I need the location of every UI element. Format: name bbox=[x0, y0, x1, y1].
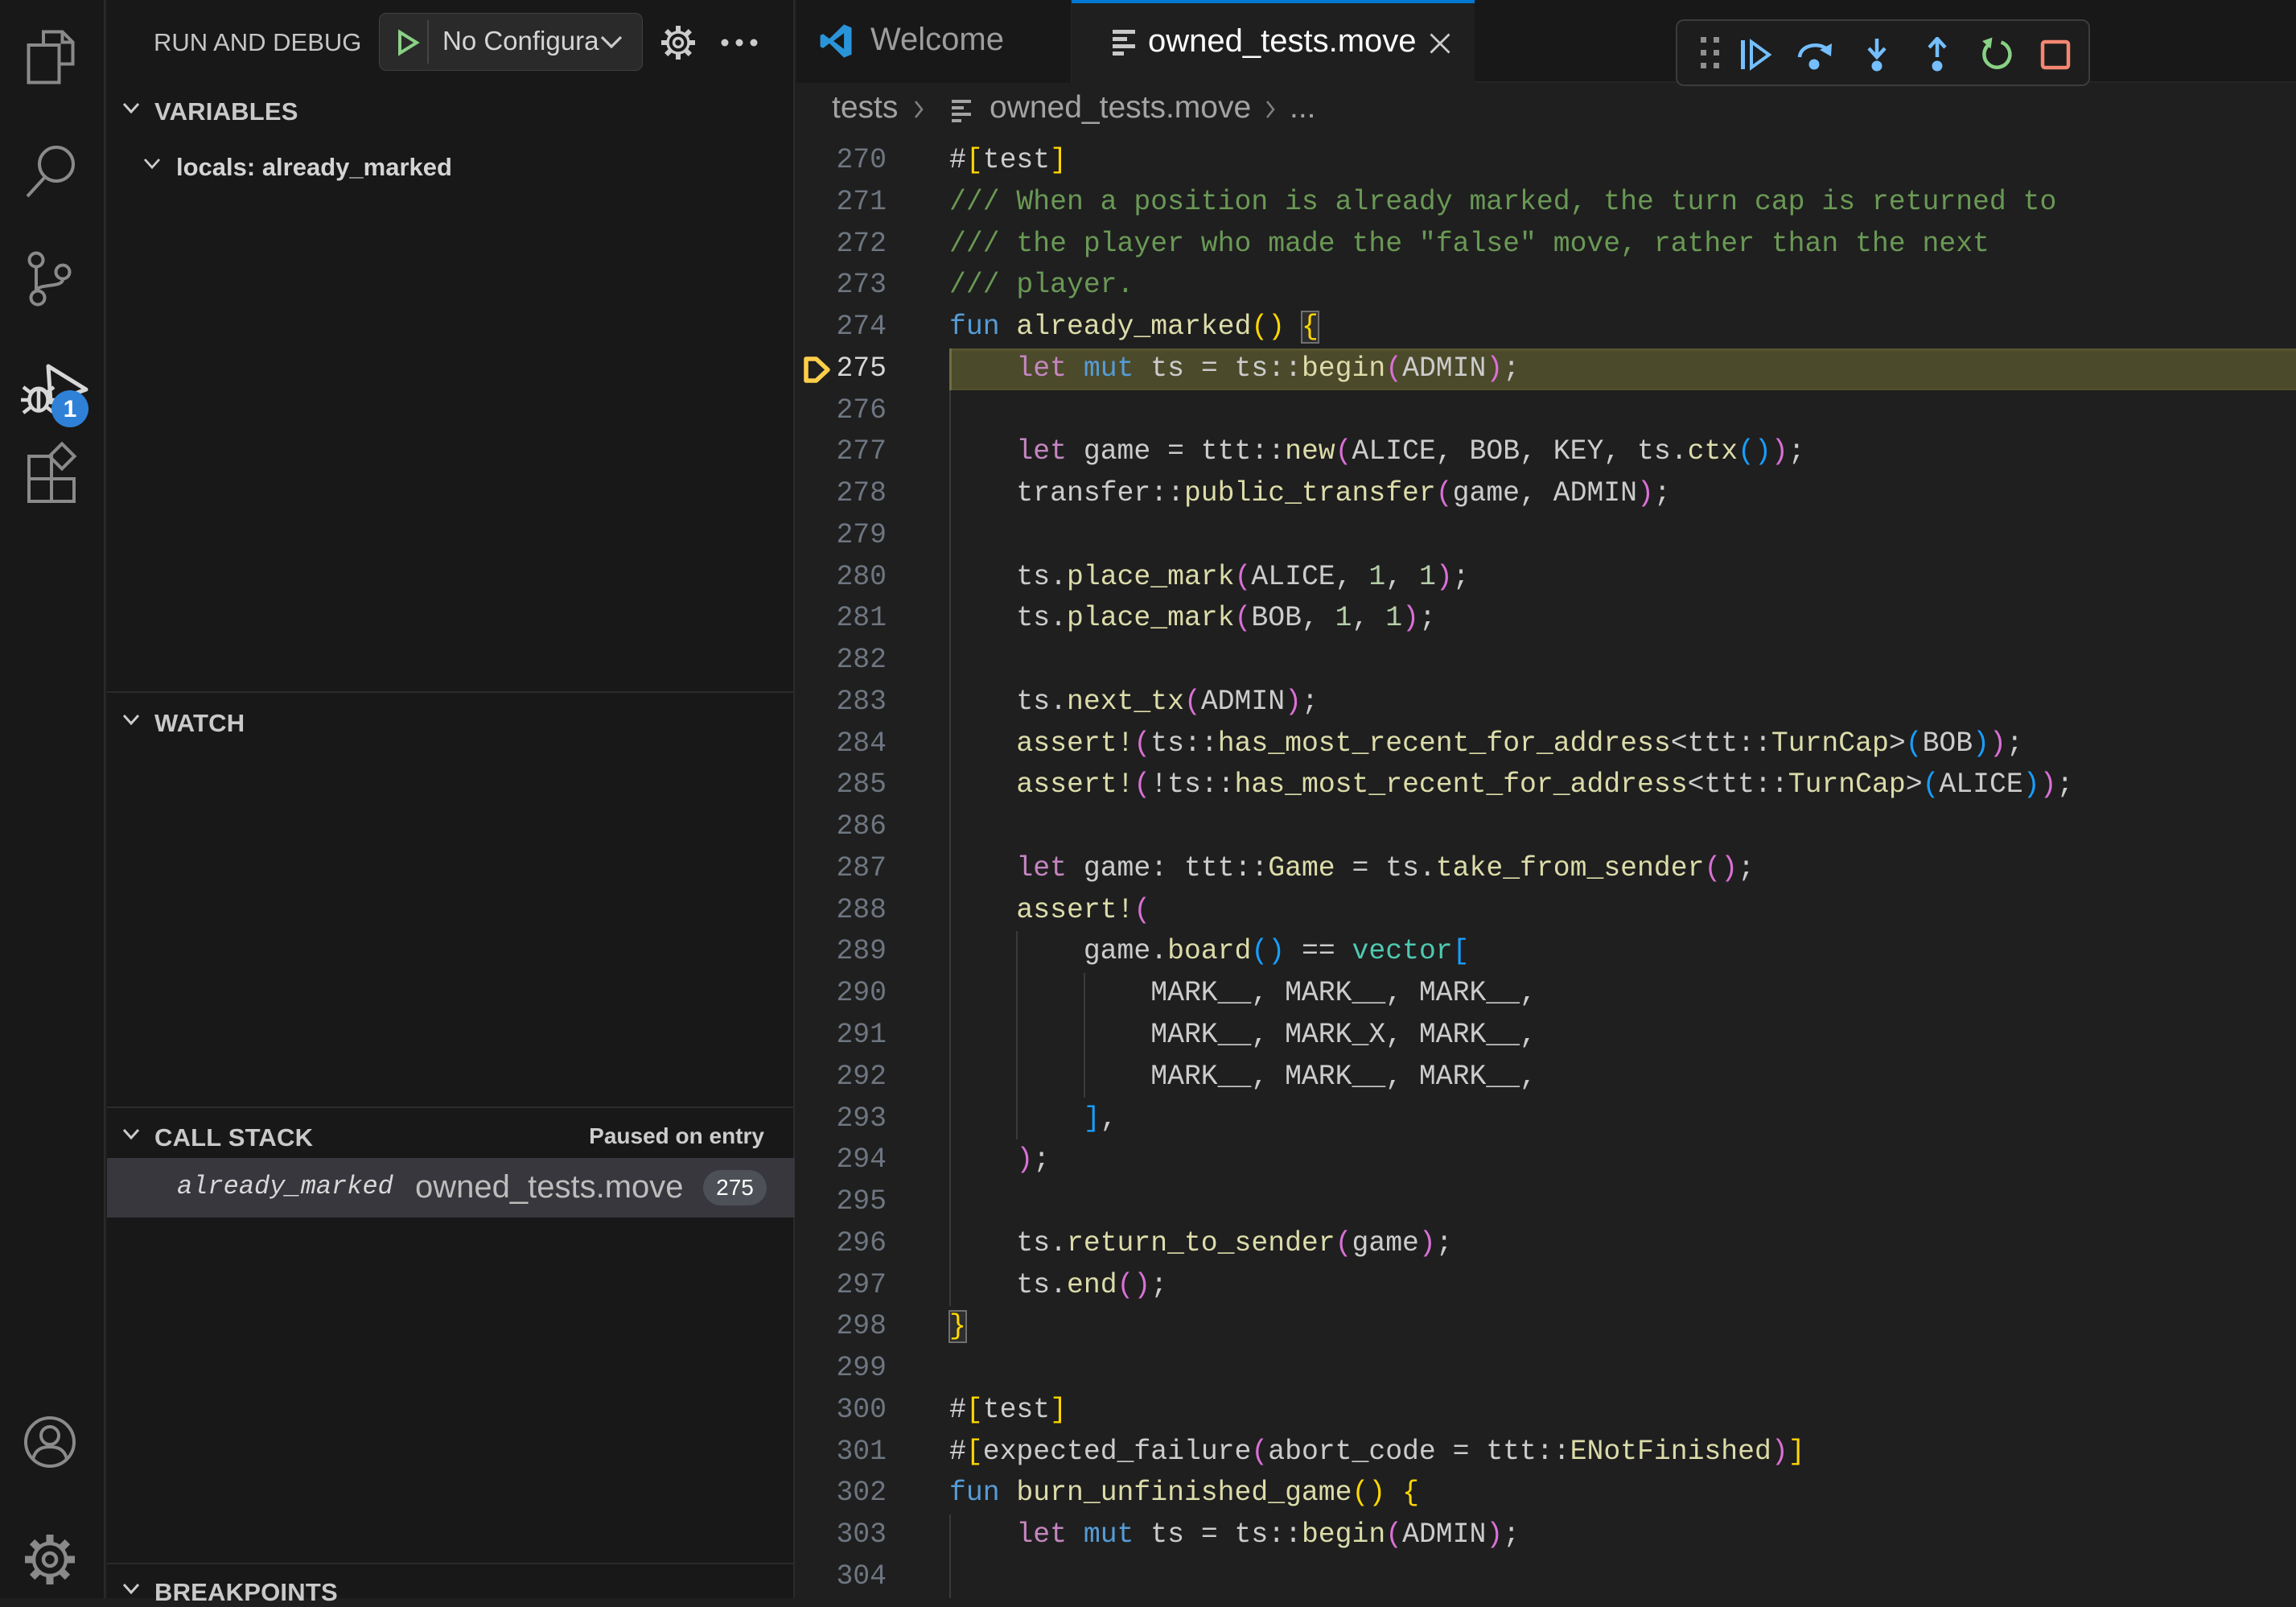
svg-text:1: 1 bbox=[64, 396, 77, 422]
